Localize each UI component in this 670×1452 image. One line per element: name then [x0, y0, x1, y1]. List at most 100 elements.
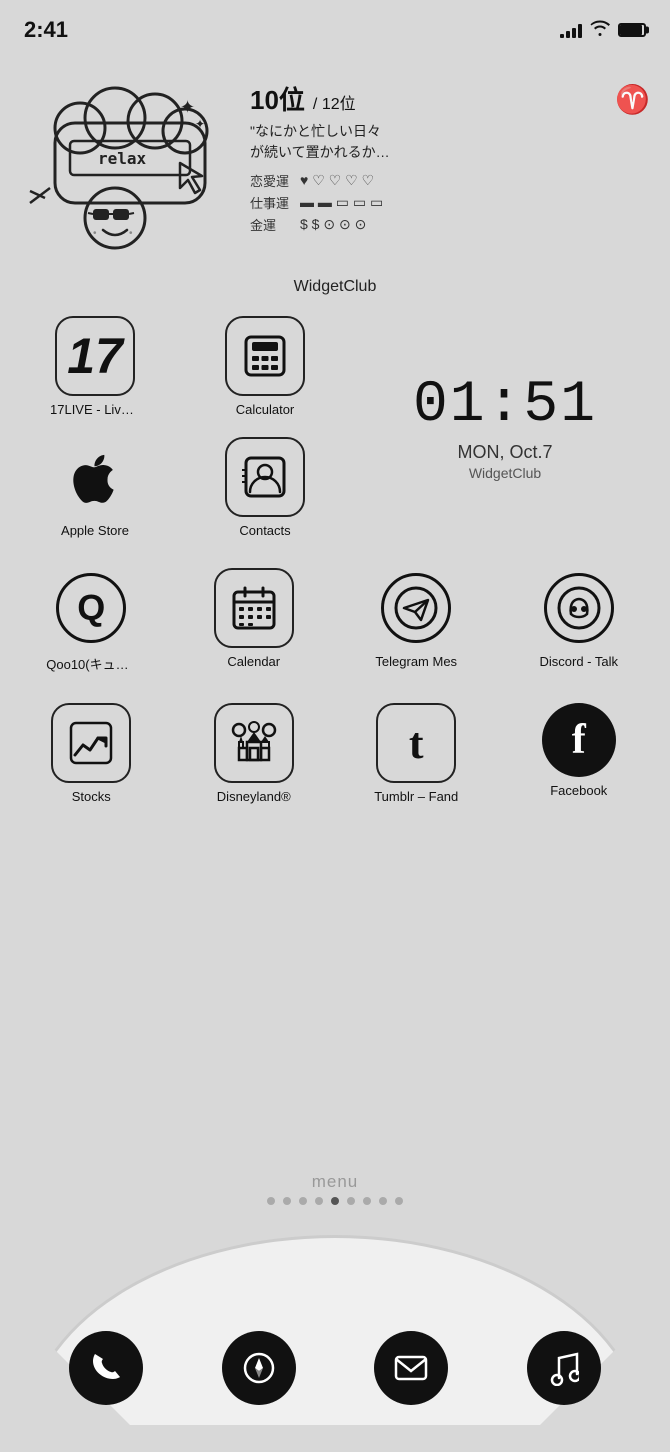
menu-dot-6	[347, 1197, 355, 1205]
status-icons	[560, 20, 646, 41]
signal-icon	[560, 22, 582, 38]
app-label-17live: 17LIVE - Live S	[50, 402, 140, 417]
clock-widget: 01:51 MON, Oct.7 WidgetClub	[350, 306, 660, 548]
app-label-qoo10: Qoo10(キューラ	[46, 654, 136, 673]
menu-dot-4	[315, 1197, 323, 1205]
music-icon	[549, 1350, 579, 1386]
stocks-icon	[68, 720, 114, 766]
app-calendar[interactable]: Calendar	[173, 558, 336, 683]
contacts-icon	[242, 454, 288, 500]
mail-icon	[394, 1355, 428, 1381]
arc-container	[0, 1205, 670, 1425]
app-telegram[interactable]: Telegram Mes	[335, 558, 498, 683]
menu-dot-1	[267, 1197, 275, 1205]
menu-dot-2	[283, 1197, 291, 1205]
telegram-logo-icon	[394, 586, 438, 630]
app-qoo10[interactable]: Q Qoo10(キューラ	[10, 558, 173, 683]
widget-info: 10位 / 12位 ♈ "なにかと忙しい日々 が続いて置かれるか… 恋愛運 ♥ …	[240, 70, 650, 237]
clock-date: MON, Oct.7	[457, 442, 552, 463]
menu-dot-5-active	[331, 1197, 339, 1205]
app-label-calendar: Calendar	[227, 654, 280, 669]
calendar-icon	[231, 585, 277, 631]
app-contacts[interactable]: Contacts	[180, 427, 350, 548]
compass-icon	[242, 1351, 276, 1385]
mail-icon-button[interactable]	[374, 1331, 448, 1405]
app-apple-store[interactable]: Apple Store	[10, 427, 180, 548]
phone-icon	[89, 1351, 123, 1385]
menu-dots	[0, 1197, 670, 1205]
widget-rank: 10位 / 12位	[250, 80, 356, 117]
svg-text:•: •	[93, 228, 97, 239]
compass-icon-button[interactable]	[222, 1331, 296, 1405]
app-icon-contacts	[225, 437, 305, 517]
app-row-3: Q Qoo10(キューラ Calend	[0, 548, 670, 683]
app-icon-tumblr: t	[376, 703, 456, 783]
work-fortune: 仕事運 ▬ ▬ ▭ ▭ ▭	[250, 193, 650, 212]
svg-text:✦: ✦	[180, 97, 195, 117]
app-17live[interactable]: 17 17LIVE - Live S	[10, 306, 180, 427]
app-disneyland[interactable]: Disneyland®	[173, 693, 336, 814]
love-fortune: 恋愛運 ♥ ♡ ♡ ♡ ♡	[250, 171, 650, 190]
menu-dot-3	[299, 1197, 307, 1205]
discord-logo-icon	[557, 586, 601, 630]
clock-wc-label: WidgetClub	[469, 465, 541, 481]
app-icon-discord	[539, 568, 619, 648]
zodiac-icon: ♈	[615, 83, 650, 116]
app-label-contacts: Contacts	[239, 523, 290, 538]
widget-club-label: WidgetClub	[0, 278, 670, 296]
menu-label: menu	[312, 1172, 359, 1191]
disneyland-icon	[231, 720, 277, 766]
top-apps-section: 17 17LIVE - Live S Apple Store	[0, 306, 670, 548]
app-discord[interactable]: Discord - Talk	[498, 558, 661, 683]
left-apps: 17 17LIVE - Live S Apple Store	[10, 306, 180, 548]
app-icon-apple-store	[55, 437, 135, 517]
app-icon-telegram	[376, 568, 456, 648]
status-bar: 2:41	[0, 0, 670, 50]
apple-logo-icon	[63, 445, 128, 510]
wifi-icon	[590, 20, 610, 41]
money-fortune: 金運 $ $ ⊙ ⊙ ⊙	[250, 215, 650, 234]
app-label-discord: Discord - Talk	[539, 654, 618, 669]
widget-quote: "なにかと忙しい日々 が続いて置かれるか…	[250, 121, 650, 163]
app-icon-qoo10: Q	[51, 568, 131, 648]
app-icon-17live: 17	[55, 316, 135, 396]
battery-icon	[618, 23, 646, 37]
app-facebook[interactable]: f Facebook	[498, 693, 661, 814]
menu-dot-9	[395, 1197, 403, 1205]
app-stocks[interactable]: Stocks	[10, 693, 173, 814]
arc-icons	[0, 1331, 670, 1405]
status-time: 2:41	[24, 17, 68, 43]
svg-text:relax: relax	[98, 149, 147, 168]
bottom-menu: menu	[0, 1162, 670, 1452]
calculator-icon	[242, 333, 288, 379]
app-calculator[interactable]: Calculator	[180, 306, 350, 427]
middle-apps: Calculator Contacts	[180, 306, 350, 548]
money-icons: $ $ ⊙ ⊙ ⊙	[300, 216, 366, 233]
menu-dot-8	[379, 1197, 387, 1205]
app-icon-stocks	[51, 703, 131, 783]
widget-image: ✦ ✦ relax • •	[20, 70, 240, 270]
app-icon-calculator	[225, 316, 305, 396]
work-icons: ▬ ▬ ▭ ▭ ▭	[300, 194, 383, 211]
menu-dot-7	[363, 1197, 371, 1205]
app-label-telegram: Telegram Mes	[375, 654, 457, 669]
love-icons: ♥ ♡ ♡ ♡ ♡	[300, 172, 374, 189]
app-label-disneyland: Disneyland®	[217, 789, 291, 804]
app-row-4: Stocks Disneyland®	[0, 683, 670, 814]
app-label-stocks: Stocks	[72, 789, 111, 804]
svg-text:•: •	[129, 228, 133, 239]
svg-text:✦: ✦	[195, 117, 205, 131]
app-icon-facebook: f	[542, 703, 616, 777]
app-label-tumblr: Tumblr – Fand	[374, 789, 458, 804]
relax-illustration: ✦ ✦ relax • •	[25, 73, 235, 268]
app-tumblr[interactable]: t Tumblr – Fand	[335, 693, 498, 814]
widget-top: ✦ ✦ relax • •	[0, 60, 670, 270]
app-label-apple-store: Apple Store	[61, 523, 129, 538]
app-icon-disneyland	[214, 703, 294, 783]
app-label-facebook: Facebook	[550, 783, 607, 798]
app-label-calculator: Calculator	[236, 402, 295, 417]
app-icon-calendar	[214, 568, 294, 648]
music-icon-button[interactable]	[527, 1331, 601, 1405]
phone-icon-button[interactable]	[69, 1331, 143, 1405]
clock-time: 01:51	[413, 373, 597, 438]
